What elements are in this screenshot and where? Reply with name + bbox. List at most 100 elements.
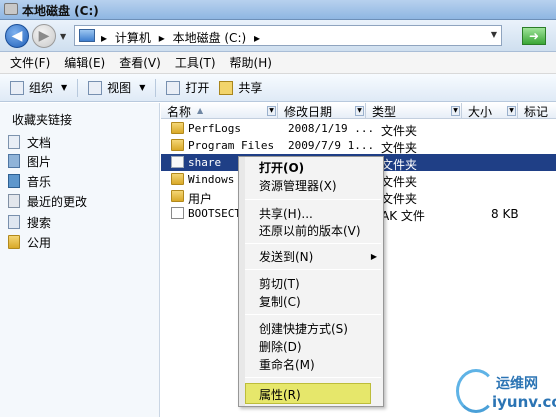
organize-label: 组织: [29, 81, 54, 95]
breadcrumb-computer[interactable]: 计算机: [115, 31, 151, 45]
sidebar-item-label: 公用: [27, 235, 52, 250]
logo-ring-icon: [456, 369, 496, 413]
column-size[interactable]: 大小 ▼: [462, 103, 518, 119]
context-item-rename[interactable]: 重命名(M): [259, 355, 315, 373]
views-icon: [88, 80, 103, 95]
shared-folder-icon: [171, 156, 184, 168]
column-date-label: 修改日期: [284, 105, 333, 119]
open-icon: [166, 80, 181, 95]
context-separator: [245, 314, 381, 315]
breadcrumb-separator-icon[interactable]: ▸: [254, 31, 260, 45]
share-label: 共享: [238, 81, 263, 95]
search-icon: [8, 215, 20, 229]
breadcrumb: ▸ 计算机 ▸ 本地磁盘 (C:) ▸: [101, 29, 264, 46]
column-size-label: 大小: [468, 105, 493, 119]
menu-file[interactable]: 文件(F): [10, 54, 50, 71]
chevron-down-icon: ▼: [61, 83, 68, 92]
computer-icon: [79, 29, 95, 42]
address-bar[interactable]: ▸ 计算机 ▸ 本地磁盘 (C:) ▸ ▼: [74, 25, 502, 46]
favorite-links-header: 收藏夹链接: [12, 113, 73, 127]
file-date: 2009/7/9 1...: [288, 139, 375, 152]
address-row: ◀ ▶ ▼ ▸ 计算机 ▸ 本地磁盘 (C:) ▸ ▼ ➜: [0, 20, 556, 52]
column-tags[interactable]: 标记: [518, 103, 556, 119]
menu-help[interactable]: 帮助(H): [230, 54, 272, 71]
toolbar: 组织 ▼ 视图 ▼ 打开 共享: [0, 74, 556, 102]
file-type: AK 文件: [381, 209, 425, 223]
recent-icon: [8, 194, 20, 208]
column-filter-dropdown-icon[interactable]: ▼: [451, 106, 460, 116]
sidebar-item-pictures[interactable]: 图片: [8, 152, 51, 170]
file-name: Windows: [188, 173, 235, 186]
column-filter-dropdown-icon[interactable]: ▼: [507, 106, 516, 116]
favorite-links-pane: 收藏夹链接 文档 图片 音乐 最近的更改 搜索 公用: [0, 103, 160, 417]
views-button[interactable]: 视图 ▼: [88, 79, 145, 96]
file-size: 8 KB: [491, 207, 519, 221]
sidebar-item-label: 文档: [27, 135, 52, 150]
context-item-properties[interactable]: 属性(R): [259, 385, 301, 403]
folder-icon: [8, 235, 20, 249]
file-row[interactable]: PerfLogs 2008/1/19 ... 文件夹: [161, 120, 556, 138]
views-label: 视图: [107, 81, 132, 95]
menu-view[interactable]: 查看(V): [119, 54, 161, 71]
context-menu-gutter: [239, 157, 245, 406]
menu-bar: 文件(F) 编辑(E) 查看(V) 工具(T) 帮助(H): [0, 52, 556, 74]
file-date: 2008/1/19 ...: [288, 122, 375, 135]
submenu-arrow-icon: ▶: [370, 252, 377, 261]
file-name: Program Files: [188, 139, 275, 152]
picture-icon: [8, 154, 20, 168]
context-item-open[interactable]: 打开(O): [259, 158, 304, 176]
sidebar-item-label: 搜索: [27, 215, 52, 230]
sidebar-item-search[interactable]: 搜索: [8, 213, 51, 231]
context-separator: [245, 269, 381, 270]
recent-pages-dropdown-icon[interactable]: ▼: [60, 32, 66, 41]
watermark-url: iyunv.com: [492, 393, 556, 411]
context-item-send-to[interactable]: 发送到(N): [259, 247, 313, 265]
organize-button[interactable]: 组织 ▼: [10, 79, 67, 96]
go-arrow-icon[interactable]: ➜: [522, 27, 546, 45]
file-name: share: [188, 156, 222, 169]
breadcrumb-separator-icon[interactable]: ▸: [101, 31, 107, 45]
open-label: 打开: [185, 81, 210, 95]
column-name[interactable]: 名称 ▲ ▼: [161, 103, 278, 119]
sidebar-item-documents[interactable]: 文档: [8, 133, 51, 151]
context-item-cut[interactable]: 剪切(T): [259, 274, 300, 292]
breadcrumb-local-disk[interactable]: 本地磁盘 (C:): [173, 31, 247, 45]
column-filter-dropdown-icon[interactable]: ▼: [267, 106, 276, 116]
context-item-create-shortcut[interactable]: 创建快捷方式(S): [259, 319, 348, 337]
context-item-share[interactable]: 共享(H)...: [259, 204, 313, 222]
back-button[interactable]: ◀: [5, 24, 29, 48]
file-icon: [171, 207, 184, 219]
share-icon: [219, 80, 234, 95]
address-dropdown-icon[interactable]: ▼: [491, 30, 497, 39]
column-type-label: 类型: [372, 105, 397, 119]
context-item-copy[interactable]: 复制(C): [259, 292, 301, 310]
sidebar-item-public[interactable]: 公用: [8, 233, 51, 251]
toolbar-divider: [77, 78, 79, 97]
menu-tools[interactable]: 工具(T): [175, 54, 216, 71]
context-item-delete[interactable]: 删除(D): [259, 337, 302, 355]
context-item-explore[interactable]: 资源管理器(X): [259, 176, 337, 194]
forward-button[interactable]: ▶: [32, 24, 56, 48]
folder-icon: [171, 190, 184, 202]
sidebar-item-label: 最近的更改: [27, 194, 88, 209]
column-tags-label: 标记: [524, 105, 549, 119]
organize-icon: [10, 80, 24, 95]
context-item-restore-previous-versions[interactable]: 还原以前的版本(V): [259, 221, 361, 239]
chevron-down-icon: ▼: [139, 83, 146, 92]
watermark-logo: 运维网 iyunv.com: [452, 366, 556, 416]
sidebar-item-music[interactable]: 音乐: [8, 172, 51, 190]
column-filter-dropdown-icon[interactable]: ▼: [355, 106, 364, 116]
breadcrumb-separator-icon[interactable]: ▸: [159, 31, 165, 45]
sidebar-item-recent[interactable]: 最近的更改: [8, 192, 87, 210]
file-row[interactable]: Program Files 2009/7/9 1... 文件夹: [161, 137, 556, 155]
folder-icon: [171, 122, 184, 134]
toolbar-divider: [155, 78, 157, 97]
context-separator: [245, 199, 381, 200]
context-menu: 打开(O) 资源管理器(X) 共享(H)... 还原以前的版本(V) 发送到(N…: [238, 156, 384, 407]
open-button[interactable]: 打开: [166, 79, 209, 96]
column-date[interactable]: 修改日期 ▼: [278, 103, 366, 119]
menu-edit[interactable]: 编辑(E): [64, 54, 105, 71]
share-button[interactable]: 共享: [219, 79, 262, 96]
title-bar: 本地磁盘 (C:): [0, 0, 556, 20]
column-type[interactable]: 类型 ▼: [366, 103, 462, 119]
